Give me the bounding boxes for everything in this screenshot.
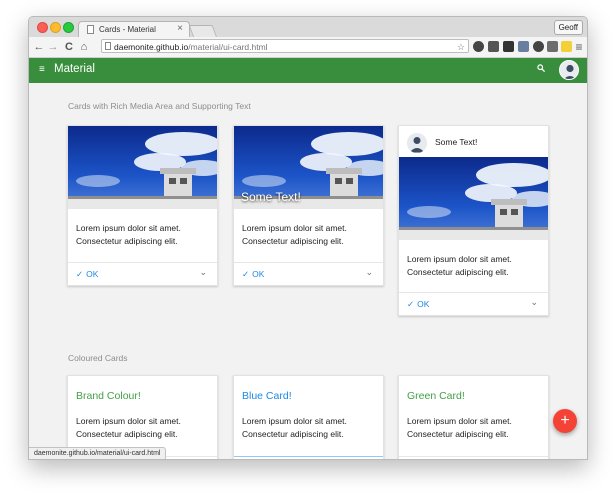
card-text-line: Consectetur adipiscing elit. — [242, 428, 344, 439]
url-host: daemonite.github.io — [114, 42, 189, 52]
layers-extension-icon[interactable] — [503, 41, 514, 52]
home-icon[interactable]: ⌂ — [77, 39, 91, 55]
avatar[interactable] — [559, 60, 579, 80]
status-bar-url: daemonite.github.io/material/ui-card.htm… — [29, 447, 167, 459]
forward-icon[interactable]: → — [46, 39, 60, 55]
card-actions: ✓ OK ⌄ — [234, 262, 383, 285]
page-icon — [87, 25, 94, 34]
ok-button[interactable]: ✓ OK — [242, 269, 264, 280]
search-icon[interactable] — [537, 64, 546, 74]
section-title-coloured: Coloured Cards — [68, 353, 128, 363]
card-media-image: Some Text! — [234, 126, 383, 209]
card-supporting-text: Lorem ipsum dolor sit amet. Consectetur … — [407, 415, 542, 440]
profile-button[interactable]: Geoff — [553, 20, 583, 35]
reload-icon[interactable]: C — [62, 39, 76, 55]
check-icon: ✓ — [242, 269, 250, 279]
gear-extension-icon[interactable] — [533, 41, 544, 52]
media-card: Lorem ipsum dolor sit amet. Consectetur … — [67, 125, 218, 286]
check-icon: ✓ — [76, 269, 84, 279]
card-text-line: Lorem ipsum dolor sit amet. — [76, 416, 181, 426]
pencil-extension-icon[interactable] — [547, 41, 558, 52]
card-supporting-text: Lorem ipsum dolor sit amet. Consectetur … — [242, 222, 377, 247]
extension-icon[interactable] — [518, 41, 529, 52]
card-supporting-text: Lorem ipsum dolor sit amet. Consectetur … — [76, 415, 211, 440]
card-text-line: Lorem ipsum dolor sit amet. — [242, 223, 347, 233]
app-bar: ≡ Material — [29, 58, 587, 83]
card-text-line: Consectetur adipiscing elit. — [407, 428, 509, 439]
card-actions: + ■ ✱ — [234, 456, 383, 459]
card-title: Blue Card! — [242, 390, 292, 402]
ok-label: OK — [86, 269, 99, 279]
tab-title: Cards - Material — [99, 25, 156, 34]
tab-close-icon[interactable]: × — [177, 23, 183, 34]
card-supporting-text: Lorem ipsum dolor sit amet. Consectetur … — [407, 253, 542, 278]
card-text-line: Consectetur adipiscing elit. — [242, 235, 344, 246]
ok-label: OK — [417, 299, 430, 309]
avatar — [407, 133, 427, 153]
hamburger-icon[interactable]: ≡ — [39, 64, 45, 76]
title-bar: Cards - Material × Geoff — [29, 17, 587, 38]
check-icon: ✓ — [407, 299, 415, 309]
browser-tab[interactable]: Cards - Material × — [78, 21, 190, 37]
card-text-line: Consectetur adipiscing elit. — [407, 266, 509, 277]
browser-window: Cards - Material × Geoff ← → C ⌂ daemoni… — [28, 16, 588, 460]
card-header-title: Some Text! — [435, 137, 478, 147]
green-card: Green Card! Lorem ipsum dolor sit amet. … — [398, 375, 549, 459]
maximize-window-button[interactable] — [63, 22, 74, 33]
chevron-down-icon[interactable]: ⌄ — [530, 297, 538, 308]
media-card: Some Text! Lorem ipsum dolor sit amet. C… — [398, 125, 549, 316]
media-card: Some Text! Lorem ipsum dolor sit amet. C… — [233, 125, 384, 286]
ok-label: OK — [252, 269, 265, 279]
card-text-line: Lorem ipsum dolor sit amet. — [407, 416, 512, 426]
card-text-line: Lorem ipsum dolor sit amet. — [407, 254, 512, 264]
bookmark-star-icon[interactable]: ☆ — [457, 40, 465, 52]
card-text-line: Lorem ipsum dolor sit amet. — [242, 416, 347, 426]
card-text-line: Consectetur adipiscing elit. — [76, 235, 178, 246]
back-icon[interactable]: ← — [32, 39, 46, 55]
card-actions: ✓ OK ⌄ — [68, 262, 217, 285]
card-supporting-text: Lorem ipsum dolor sit amet. Consectetur … — [76, 222, 211, 247]
ok-button[interactable]: ✓ OK — [76, 269, 98, 280]
card-text-line: Lorem ipsum dolor sit amet. — [76, 223, 181, 233]
card-actions: ✓ OK ⌄ — [399, 292, 548, 315]
extension-icon[interactable] — [473, 41, 484, 52]
extension-icon[interactable] — [561, 41, 572, 52]
card-media-image — [68, 126, 217, 209]
chevron-down-icon[interactable]: ⌄ — [365, 267, 373, 278]
browser-toolbar: ← → C ⌂ daemonite.github.io/material/ui-… — [29, 37, 587, 58]
app-title: Material — [54, 63, 95, 75]
section-title-rich-media: Cards with Rich Media Area and Supportin… — [68, 101, 251, 111]
close-window-button[interactable] — [37, 22, 48, 33]
blue-card: Blue Card! Lorem ipsum dolor sit amet. C… — [233, 375, 384, 459]
extension-icon[interactable] — [488, 41, 499, 52]
url-path: /material/ui-card.html — [188, 42, 268, 52]
page-icon — [105, 42, 111, 50]
card-actions: + ■ ✱ — [399, 456, 548, 459]
card-supporting-text: Lorem ipsum dolor sit amet. Consectetur … — [242, 415, 377, 440]
address-bar[interactable]: daemonite.github.io/material/ui-card.htm… — [101, 39, 469, 53]
ok-button[interactable]: ✓ OK — [407, 299, 429, 310]
page-viewport: ≡ Material Cards with Rich Media Area an… — [29, 58, 587, 459]
card-title: Brand Colour! — [76, 390, 141, 402]
minimize-window-button[interactable] — [50, 22, 61, 33]
browser-menu-icon[interactable]: ≡ — [572, 39, 586, 55]
add-fab-button[interactable]: + — [553, 409, 577, 433]
card-title: Green Card! — [407, 390, 465, 402]
card-text-line: Consectetur adipiscing elit. — [76, 428, 178, 439]
chevron-down-icon[interactable]: ⌄ — [199, 267, 207, 278]
card-media-image — [399, 157, 548, 240]
media-overlay-text: Some Text! — [241, 190, 301, 204]
